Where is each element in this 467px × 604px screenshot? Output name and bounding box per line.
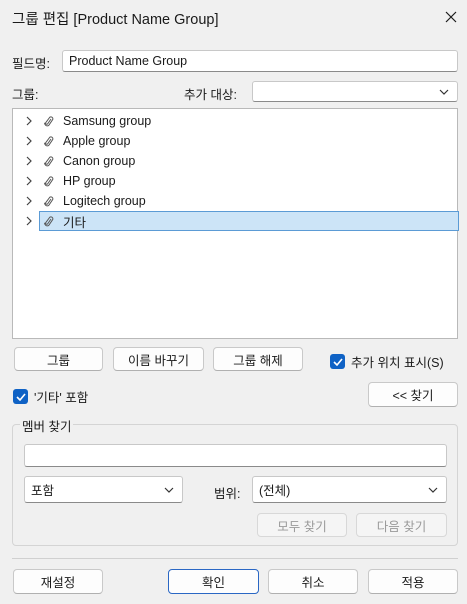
close-button[interactable] xyxy=(440,6,462,28)
add-target-label: 추가 대상: xyxy=(184,88,237,102)
group-tree[interactable]: Samsung group Apple group Canon group HP… xyxy=(12,108,459,339)
tree-item[interactable]: Logitech group xyxy=(13,191,457,211)
dialog-title: 그룹 편집 [Product Name Group] xyxy=(12,12,219,28)
paperclip-icon xyxy=(41,215,57,228)
paperclip-icon xyxy=(41,155,57,168)
show-add-location-checkbox[interactable]: 추가 위치 표시(S) xyxy=(330,352,444,371)
chevron-down-icon xyxy=(164,487,174,493)
checkmark-icon xyxy=(13,389,28,404)
field-name-input[interactable]: Product Name Group xyxy=(62,50,458,72)
chevron-down-icon xyxy=(439,89,449,95)
tree-item[interactable]: Canon group xyxy=(13,151,457,171)
paperclip-icon xyxy=(41,135,57,148)
field-name-label: 필드명: xyxy=(12,57,50,71)
tree-item-label: Apple group xyxy=(63,134,131,148)
chevron-down-icon xyxy=(428,487,438,493)
chevron-right-icon[interactable] xyxy=(19,176,39,186)
chevron-right-icon[interactable] xyxy=(19,136,39,146)
member-search-input[interactable] xyxy=(24,444,447,467)
tree-item[interactable]: Samsung group xyxy=(13,111,457,131)
tree-item-label: 기타 xyxy=(63,215,87,230)
range-label: 범위: xyxy=(214,487,241,501)
find-next-button[interactable]: 다음 찾기 xyxy=(356,513,447,537)
paperclip-icon xyxy=(41,175,57,188)
match-mode-value: 포함 xyxy=(31,484,55,498)
tree-item-label: HP group xyxy=(63,174,116,188)
add-target-select[interactable] xyxy=(252,81,458,102)
chevron-right-icon[interactable] xyxy=(19,216,39,226)
ok-button[interactable]: 확인 xyxy=(168,569,259,594)
tree-item-label: Samsung group xyxy=(63,114,152,128)
include-other-label: '기타' 포함 xyxy=(34,391,89,405)
close-icon xyxy=(445,11,457,23)
include-other-checkbox[interactable]: '기타' 포함 xyxy=(13,387,88,406)
rename-button[interactable]: 이름 바꾸기 xyxy=(113,347,204,371)
range-value: (전체) xyxy=(259,484,291,498)
selection-highlight xyxy=(39,211,459,231)
divider xyxy=(12,558,458,559)
group-label: 그룹: xyxy=(12,88,39,102)
cancel-button[interactable]: 취소 xyxy=(268,569,358,594)
tree-item-label: Logitech group xyxy=(63,194,146,208)
chevron-right-icon[interactable] xyxy=(19,156,39,166)
group-button[interactable]: 그룹 xyxy=(14,347,103,371)
chevron-right-icon[interactable] xyxy=(19,116,39,126)
field-name-value: Product Name Group xyxy=(69,54,188,68)
show-add-location-label: 추가 위치 표시(S) xyxy=(351,356,444,370)
reset-button[interactable]: 재설정 xyxy=(13,569,103,594)
tree-item[interactable]: HP group xyxy=(13,171,457,191)
range-select[interactable]: (전체) xyxy=(252,476,447,503)
match-mode-select[interactable]: 포함 xyxy=(24,476,183,503)
apply-button[interactable]: 적용 xyxy=(368,569,458,594)
find-back-button[interactable]: << 찾기 xyxy=(368,382,458,407)
paperclip-icon xyxy=(41,195,57,208)
chevron-right-icon[interactable] xyxy=(19,196,39,206)
ungroup-button[interactable]: 그룹 해제 xyxy=(213,347,303,371)
tree-item[interactable]: Apple group xyxy=(13,131,457,151)
checkmark-icon xyxy=(330,354,345,369)
tree-item-selected[interactable]: 기타 xyxy=(13,211,459,231)
member-find-legend: 멤버 찾기 xyxy=(20,416,74,435)
tree-item-label: Canon group xyxy=(63,154,136,168)
find-all-button[interactable]: 모두 찾기 xyxy=(257,513,347,537)
paperclip-icon xyxy=(41,115,57,128)
